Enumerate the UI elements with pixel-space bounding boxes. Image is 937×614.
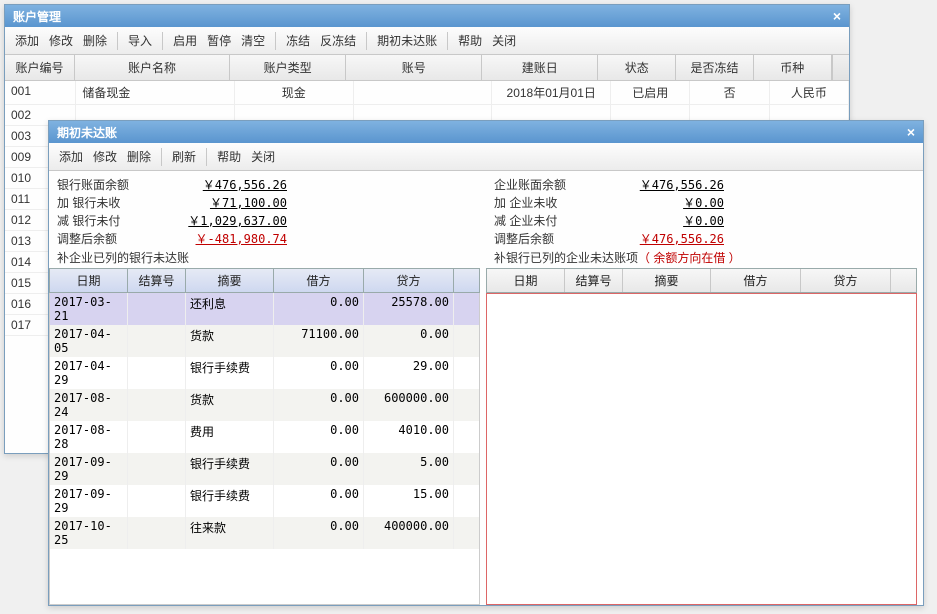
table-row[interactable]: 001储备现金现金2018年01月01日已启用否人民币	[5, 81, 849, 105]
toolbar-修改[interactable]: 修改	[89, 146, 121, 167]
col-header[interactable]: 币种	[754, 55, 832, 80]
col-header[interactable]: 结算号	[128, 269, 186, 292]
bank-summary: 银行账面余额￥476,556.26加 银行未收￥71,100.00减 银行未付￥…	[49, 171, 486, 247]
summary-line: 调整后余额￥476,556.26	[494, 229, 915, 247]
toolbar-删除[interactable]: 删除	[123, 146, 155, 167]
toolbar-帮助[interactable]: 帮助	[213, 146, 245, 167]
summary-line: 加 银行未收￥71,100.00	[57, 193, 478, 211]
right-table: 日期结算号摘要借方贷方	[486, 268, 917, 605]
col-header[interactable]: 状态	[598, 55, 676, 80]
col-header[interactable]: 借方	[274, 269, 364, 292]
table-row[interactable]: 2017-04-29银行手续费0.0029.00	[50, 357, 479, 389]
toolbar-反冻结[interactable]: 反冻结	[316, 30, 360, 51]
col-header[interactable]: 摘要	[186, 269, 274, 292]
table-row[interactable]: 2017-09-29银行手续费0.005.00	[50, 453, 479, 485]
col-header[interactable]: 是否冻结	[676, 55, 754, 80]
summary-line: 减 银行未付￥1,029,637.00	[57, 211, 478, 229]
toolbar-启用[interactable]: 启用	[169, 30, 201, 51]
table-row[interactable]: 2017-10-25往来款0.00400000.00	[50, 517, 479, 549]
col-header[interactable]: 账号	[346, 55, 482, 80]
toolbar-修改[interactable]: 修改	[45, 30, 77, 51]
col-header[interactable]: 账户名称	[75, 55, 230, 80]
col-header[interactable]: 结算号	[565, 269, 623, 292]
toolbar-刷新[interactable]: 刷新	[168, 146, 200, 167]
col-header[interactable]: 日期	[50, 269, 128, 292]
opening-unreconciled-window: 期初未达账 × 添加修改删除刷新帮助关闭 银行账面余额￥476,556.26加 …	[48, 120, 924, 606]
summary-line: 银行账面余额￥476,556.26	[57, 175, 478, 193]
toolbar: 添加修改删除刷新帮助关闭	[49, 143, 923, 171]
col-header[interactable]: 账户类型	[230, 55, 346, 80]
summary-line: 调整后余额￥-481,980.74	[57, 229, 478, 247]
col-header[interactable]: 贷方	[364, 269, 454, 292]
close-icon[interactable]: ×	[833, 8, 841, 24]
toolbar-暂停[interactable]: 暂停	[203, 30, 235, 51]
toolbar-清空[interactable]: 清空	[237, 30, 269, 51]
titlebar: 期初未达账 ×	[49, 121, 923, 143]
col-header[interactable]: 借方	[711, 269, 801, 292]
col-header[interactable]: 账户编号	[5, 55, 75, 80]
toolbar-冻结[interactable]: 冻结	[282, 30, 314, 51]
titlebar: 账户管理 ×	[5, 5, 849, 27]
table-row[interactable]: 2017-08-28费用0.004010.00	[50, 421, 479, 453]
col-header[interactable]: 摘要	[623, 269, 711, 292]
table-row[interactable]: 2017-08-24货款0.00600000.00	[50, 389, 479, 421]
toolbar-关闭[interactable]: 关闭	[488, 30, 520, 51]
window-title: 账户管理	[13, 8, 61, 25]
summary-line: 加 企业未收￥0.00	[494, 193, 915, 211]
toolbar-删除[interactable]: 删除	[79, 30, 111, 51]
toolbar-添加[interactable]: 添加	[55, 146, 87, 167]
toolbar-导入[interactable]: 导入	[124, 30, 156, 51]
right-section-title: 补银行已列的企业未达账项（ 余额方向在借 ）	[486, 247, 923, 268]
col-header[interactable]: 日期	[487, 269, 565, 292]
table-row[interactable]: 2017-09-29银行手续费0.0015.00	[50, 485, 479, 517]
toolbar-帮助[interactable]: 帮助	[454, 30, 486, 51]
toolbar-期初未达账[interactable]: 期初未达账	[373, 30, 441, 51]
left-table: 日期结算号摘要借方贷方 2017-03-21还利息0.0025578.00201…	[49, 268, 480, 605]
summary-line: 减 企业未付￥0.00	[494, 211, 915, 229]
toolbar-关闭[interactable]: 关闭	[247, 146, 279, 167]
table-row[interactable]: 2017-04-05货款71100.000.00	[50, 325, 479, 357]
left-section-title: 补企业已列的银行未达账	[49, 247, 486, 268]
toolbar-添加[interactable]: 添加	[11, 30, 43, 51]
table-header: 账户编号账户名称账户类型账号建账日状态是否冻结币种	[5, 55, 849, 81]
close-icon[interactable]: ×	[907, 124, 915, 140]
company-summary: 企业账面余额￥476,556.26加 企业未收￥0.00减 企业未付￥0.00调…	[486, 171, 923, 247]
col-header[interactable]: 贷方	[801, 269, 891, 292]
window-title: 期初未达账	[57, 124, 117, 141]
toolbar: 添加修改删除导入启用暂停清空冻结反冻结期初未达账帮助关闭	[5, 27, 849, 55]
summary-line: 企业账面余额￥476,556.26	[494, 175, 915, 193]
table-row[interactable]: 2017-03-21还利息0.0025578.00	[50, 293, 479, 325]
col-header[interactable]: 建账日	[482, 55, 598, 80]
